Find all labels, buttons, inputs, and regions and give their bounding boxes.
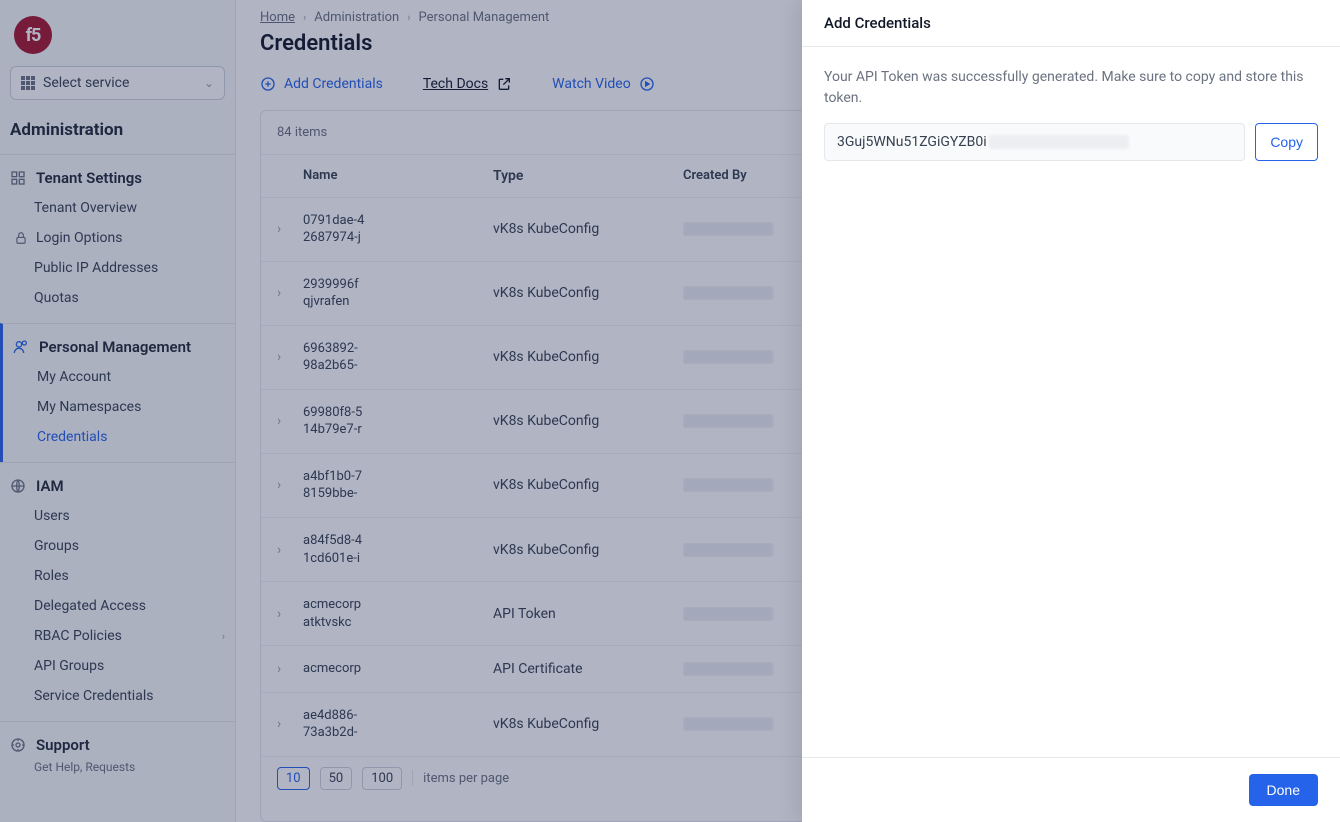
panel-title: Add Credentials xyxy=(802,0,1340,47)
token-value[interactable]: 3Guj5WNu51ZGiGYZB0i xyxy=(824,123,1245,161)
panel-footer: Done xyxy=(802,757,1340,822)
token-preview: 3Guj5WNu51ZGiGYZB0i xyxy=(837,134,987,150)
token-row: 3Guj5WNu51ZGiGYZB0i Copy xyxy=(824,123,1318,161)
panel-message: Your API Token was successfully generate… xyxy=(824,67,1318,109)
done-button[interactable]: Done xyxy=(1249,774,1318,806)
panel-body: Your API Token was successfully generate… xyxy=(802,47,1340,757)
add-credentials-panel: Add Credentials Your API Token was succe… xyxy=(802,0,1340,822)
copy-button[interactable]: Copy xyxy=(1255,123,1318,161)
redacted-icon xyxy=(989,135,1129,149)
